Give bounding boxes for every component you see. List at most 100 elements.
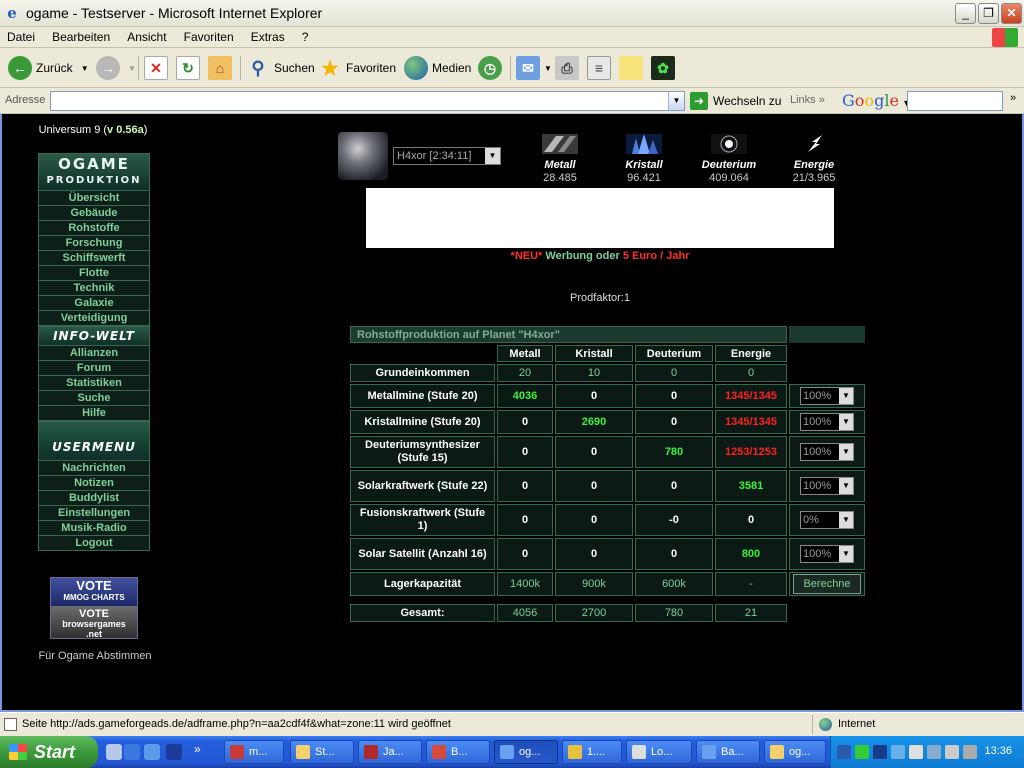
close-button[interactable]: ✕: [1001, 3, 1022, 24]
menu-item-flotte[interactable]: Flotte: [38, 266, 150, 281]
quicklaunch-overflow-icon[interactable]: »: [194, 742, 201, 756]
taskbar-item[interactable]: Ba...: [696, 740, 760, 764]
production-percent-select[interactable]: 100% ▼: [800, 443, 854, 461]
menu-item-hilfe[interactable]: Hilfe: [38, 406, 150, 421]
taskbar-item[interactable]: B...: [426, 740, 490, 764]
production-percent-select[interactable]: 100% ▼: [800, 413, 854, 431]
menu-item-buddylist[interactable]: Buddylist: [38, 491, 150, 506]
menu-bearbeiten[interactable]: Bearbeiten: [45, 27, 117, 47]
ad-banner[interactable]: [366, 188, 834, 248]
chevron-down-icon[interactable]: ▼: [839, 388, 853, 404]
tray-collapse-icon[interactable]: [837, 745, 851, 759]
menu-item-forum[interactable]: Forum: [38, 361, 150, 376]
menu-favoriten[interactable]: Favoriten: [177, 27, 241, 47]
menu-item-forschung[interactable]: Forschung: [38, 236, 150, 251]
refresh-button[interactable]: ↻: [176, 54, 200, 82]
menu-item-schiffswerft[interactable]: Schiffswerft: [38, 251, 150, 266]
media-button[interactable]: Medien: [404, 54, 471, 82]
advertising-notice[interactable]: *NEU* Werbung oder 5 Euro / Jahr: [366, 250, 834, 262]
taskbar-item[interactable]: og...: [494, 740, 558, 764]
menu-item-einstellungen[interactable]: Einstellungen: [38, 506, 150, 521]
go-button[interactable]: ➜ Wechseln zu: [690, 91, 781, 111]
volume-icon[interactable]: [963, 745, 977, 759]
menu-extras[interactable]: Extras: [244, 27, 292, 47]
menu-help[interactable]: ?: [295, 27, 316, 47]
back-button[interactable]: ← Zurück ▼: [8, 54, 89, 82]
menu-item-rohstoffe[interactable]: Rohstoffe: [38, 221, 150, 236]
chevron-down-icon[interactable]: ▼: [668, 92, 684, 110]
chevron-down-icon[interactable]: ▼: [81, 64, 89, 73]
vote-banner[interactable]: VOTE MMOG CHARTS VOTE browsergames .net: [50, 577, 138, 639]
menu-item-nachrichten[interactable]: Nachrichten: [38, 461, 150, 476]
edit-button[interactable]: ≡: [587, 54, 611, 82]
print-button[interactable]: ⎙: [555, 54, 579, 82]
favorites-button[interactable]: ★ Favoriten: [318, 54, 396, 82]
menu-item-suche[interactable]: Suche: [38, 391, 150, 406]
taskbar-item[interactable]: Lo...: [626, 740, 692, 764]
taskbar-item[interactable]: St...: [290, 740, 354, 764]
energy-icon: [796, 134, 832, 154]
tray-app-icon[interactable]: [855, 745, 869, 759]
links-toolbar[interactable]: Links »: [790, 94, 825, 106]
menu-item-statistiken[interactable]: Statistiken: [38, 376, 150, 391]
tray-network-icon[interactable]: [945, 745, 959, 759]
menu-item-notizen[interactable]: Notizen: [38, 476, 150, 491]
tray-app-icon[interactable]: [873, 745, 887, 759]
ogame-logo: OGAME PRODUKTION: [38, 153, 150, 191]
chevron-down-icon[interactable]: ▼: [839, 414, 853, 430]
menu-item-gebaeude[interactable]: Gebäude: [38, 206, 150, 221]
app-quicklaunch-icon[interactable]: [166, 744, 182, 760]
forward-button[interactable]: → ▼: [96, 54, 136, 82]
chevron-down-icon[interactable]: ▼: [485, 148, 500, 164]
production-percent-select[interactable]: 0% ▼: [800, 511, 854, 529]
tray-app-icon[interactable]: [909, 745, 923, 759]
menu-item-logout[interactable]: Logout: [38, 536, 150, 551]
production-percent-select[interactable]: 100% ▼: [800, 387, 854, 405]
mail-button[interactable]: ✉ ▼: [516, 54, 552, 82]
planet-select[interactable]: H4xor [2:34:11] ▼: [393, 147, 501, 165]
chevron-down-icon[interactable]: ▼: [839, 478, 853, 494]
chevron-down-icon[interactable]: ▼: [839, 512, 853, 528]
start-button[interactable]: Start: [0, 736, 98, 768]
taskbar-item[interactable]: og...: [764, 740, 826, 764]
tray-app-icon[interactable]: [891, 745, 905, 759]
chevron-down-icon[interactable]: ▼: [128, 64, 136, 73]
show-desktop-icon[interactable]: [106, 744, 122, 760]
vote-mmog-charts[interactable]: VOTE MMOG CHARTS: [51, 578, 137, 606]
menu-datei[interactable]: Datei: [0, 27, 42, 47]
discuss-button[interactable]: [619, 54, 643, 82]
security-zone: Internet: [812, 715, 1018, 734]
menu-item-uebersicht[interactable]: Übersicht: [38, 191, 150, 206]
address-input[interactable]: ▼: [50, 91, 685, 111]
menu-item-musik-radio[interactable]: Musik-Radio: [38, 521, 150, 536]
chevron-down-icon[interactable]: ▼: [839, 444, 853, 460]
internet-explorer-icon[interactable]: [124, 744, 140, 760]
search-button[interactable]: ⚲ Suchen: [246, 54, 314, 82]
production-percent-select[interactable]: 100% ▼: [800, 477, 854, 495]
toolbar-overflow-icon[interactable]: »: [1010, 92, 1016, 104]
menu-item-verteidigung[interactable]: Verteidigung: [38, 311, 150, 326]
minimize-button[interactable]: _: [955, 3, 976, 24]
chevron-down-icon[interactable]: ▼: [839, 546, 853, 562]
google-search-input[interactable]: [907, 91, 1003, 111]
menu-item-allianzen[interactable]: Allianzen: [38, 346, 150, 361]
vote-browsergames[interactable]: VOTE browsergames .net: [51, 606, 137, 639]
planet-image[interactable]: [338, 132, 388, 180]
taskbar-item[interactable]: m...: [224, 740, 284, 764]
chevron-down-icon[interactable]: ▼: [544, 64, 552, 73]
internet-explorer-icon[interactable]: [144, 744, 160, 760]
taskbar-item[interactable]: 1....: [562, 740, 622, 764]
taskbar-item[interactable]: Ja...: [358, 740, 422, 764]
production-percent-select[interactable]: 100% ▼: [800, 545, 854, 563]
history-button[interactable]: ◷: [478, 54, 502, 82]
stop-button[interactable]: ✕: [144, 54, 168, 82]
menu-ansicht[interactable]: Ansicht: [120, 27, 173, 47]
tray-network-icon[interactable]: [927, 745, 941, 759]
maximize-button[interactable]: ❐: [978, 3, 999, 24]
icq-button[interactable]: ✿: [651, 54, 675, 82]
menu-item-technik[interactable]: Technik: [38, 281, 150, 296]
home-button[interactable]: ⌂: [208, 54, 232, 82]
google-logo[interactable]: Google ▼: [842, 91, 910, 110]
calculate-button[interactable]: Berechne: [793, 574, 861, 594]
menu-item-galaxie[interactable]: Galaxie: [38, 296, 150, 311]
